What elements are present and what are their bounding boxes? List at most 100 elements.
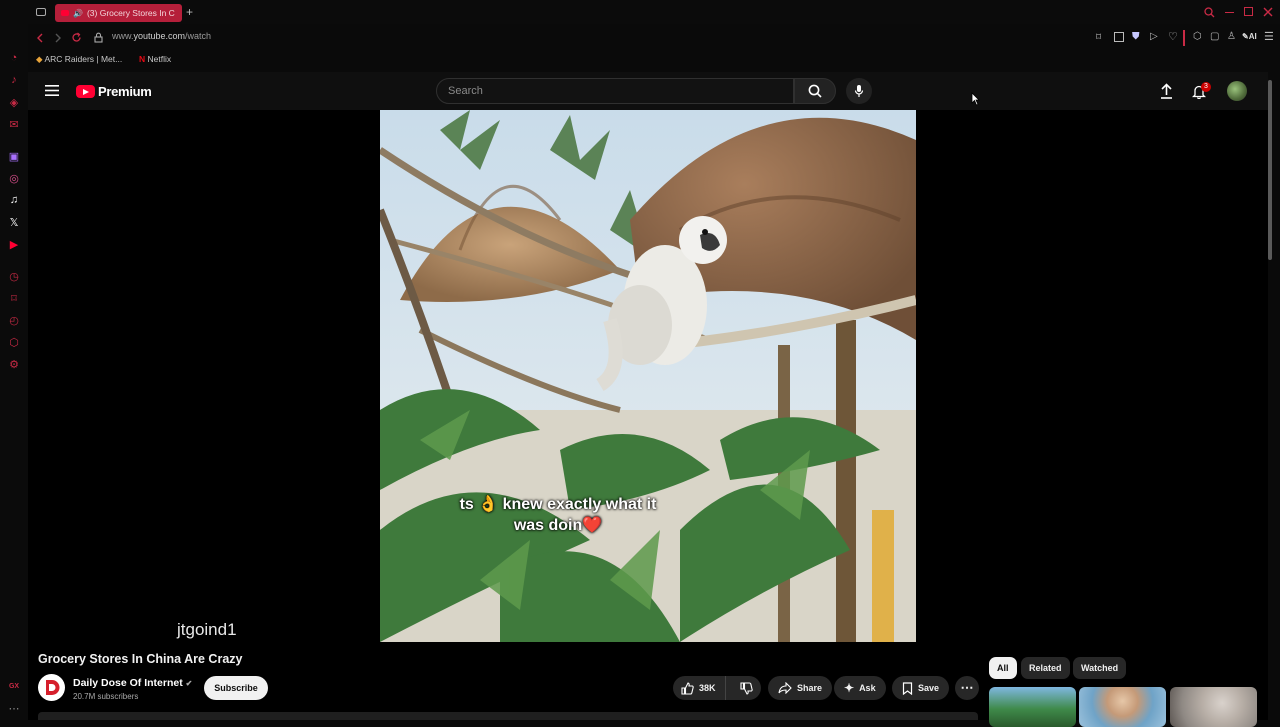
search-tabs-icon[interactable] bbox=[1204, 7, 1215, 18]
page-scrollbar[interactable] bbox=[1268, 80, 1272, 260]
speaker-icon[interactable]: 🔊 bbox=[73, 9, 83, 18]
subscriber-count: 20.7M subscribers bbox=[73, 692, 139, 701]
description-bar[interactable] bbox=[38, 712, 978, 720]
search-input[interactable]: Search bbox=[436, 78, 794, 104]
ask-button[interactable]: ✦ Ask bbox=[834, 676, 886, 700]
youtube-play-logo-icon bbox=[76, 85, 95, 98]
url-field[interactable]: www.youtube.com/watch bbox=[112, 31, 211, 41]
url-prefix: www. bbox=[112, 31, 134, 41]
reload-icon[interactable] bbox=[71, 32, 82, 43]
extensions-icon[interactable]: ⬡ bbox=[6, 334, 22, 350]
recommended-thumbnail[interactable] bbox=[989, 687, 1076, 727]
search-icon bbox=[808, 84, 822, 98]
channel-name-text: Daily Dose Of Internet bbox=[73, 677, 183, 689]
video-caption: ts 👌 knew exactly what it was doin❤️ bbox=[380, 494, 736, 536]
more-sidebar-icon[interactable]: ⋯ bbox=[6, 700, 22, 716]
search-button[interactable] bbox=[794, 78, 836, 104]
save-label: Save bbox=[918, 683, 940, 693]
history-icon[interactable]: ◷ bbox=[6, 268, 22, 284]
youtube-page: Premium Search 3 ts 👌 knew exactly what … bbox=[28, 72, 1272, 727]
recommended-thumbnail[interactable] bbox=[1079, 687, 1166, 727]
youtube-masthead: Premium Search 3 bbox=[28, 72, 1268, 110]
bookmark-arc-raiders[interactable]: ◆ ARC Raiders | Met... bbox=[36, 54, 122, 65]
share-label: Share bbox=[797, 683, 823, 693]
heart-icon[interactable]: ♡ bbox=[1168, 30, 1178, 43]
settings-gear-icon[interactable]: ⚙ bbox=[6, 356, 22, 372]
address-bar: www.youtube.com/watch ⌑ ⛊ ▷ ♡ ⬡ ▢ ♙ ✎AI … bbox=[28, 28, 1280, 48]
bookmarks-icon[interactable]: ⌑ bbox=[6, 290, 22, 306]
gx-logo-icon[interactable]: GX bbox=[6, 678, 22, 694]
bookmark-label: ARC Raiders | Met... bbox=[44, 54, 123, 64]
thumbs-up-icon bbox=[681, 681, 694, 695]
video-title: Grocery Stores In China Are Crazy bbox=[38, 652, 243, 666]
clock-icon[interactable]: ◴ bbox=[6, 312, 22, 328]
notification-badge: 3 bbox=[1201, 82, 1211, 92]
gmail-icon[interactable]: ✉ bbox=[6, 116, 22, 132]
aria-icon[interactable]: ◈ bbox=[6, 94, 22, 110]
like-count: 38K bbox=[699, 683, 716, 693]
snapshot-icon[interactable]: ▢ bbox=[1210, 31, 1219, 42]
like-dislike-group: 38K bbox=[673, 676, 761, 700]
player-icon[interactable]: ♪ bbox=[6, 72, 22, 88]
save-bookmark-icon bbox=[902, 681, 913, 695]
sparkle-icon: ✦ bbox=[844, 681, 855, 695]
tab-title: (3) Grocery Stores In C bbox=[86, 8, 175, 18]
back-icon[interactable] bbox=[36, 33, 44, 43]
upload-icon[interactable] bbox=[1160, 83, 1173, 99]
youtube-sidebar-icon[interactable]: ▶ bbox=[6, 236, 22, 252]
shield-icon[interactable]: ⛊ bbox=[1132, 31, 1140, 42]
thumbs-down-icon bbox=[739, 681, 753, 695]
bookmark-netflix[interactable]: N Netflix bbox=[139, 54, 171, 64]
instagram-icon[interactable]: ◎ bbox=[6, 170, 22, 186]
channel-avatar[interactable] bbox=[38, 674, 65, 701]
tab-youtube[interactable]: 🔊 (3) Grocery Stores In C bbox=[55, 4, 182, 22]
voice-search-button[interactable] bbox=[846, 78, 872, 104]
more-horizontal-icon: ⋯ bbox=[960, 680, 974, 695]
youtube-logo[interactable]: Premium bbox=[76, 84, 152, 99]
verified-check-icon: ✔ bbox=[185, 679, 193, 688]
more-actions-button[interactable]: ⋯ bbox=[955, 676, 979, 700]
channel-name[interactable]: Daily Dose Of Internet ✔ bbox=[73, 677, 192, 689]
like-button[interactable]: 38K bbox=[673, 676, 727, 700]
hamburger-menu-icon[interactable] bbox=[45, 85, 59, 96]
ai-button[interactable]: ✎AI bbox=[1242, 32, 1257, 41]
minimize-button[interactable] bbox=[1225, 12, 1234, 14]
chip-related[interactable]: Related bbox=[1021, 657, 1070, 679]
caption-line-1: ts 👌 knew exactly what it bbox=[459, 496, 657, 513]
chip-watched[interactable]: Watched bbox=[1073, 657, 1127, 679]
video-player[interactable]: ts 👌 knew exactly what it was doin❤️ bbox=[380, 110, 916, 642]
browser-tab-strip: 🔊 (3) Grocery Stores In C + bbox=[0, 0, 1280, 24]
screenshot-icon[interactable] bbox=[1114, 32, 1124, 42]
close-window-button[interactable] bbox=[1263, 7, 1273, 17]
bookmark-page-icon[interactable]: ⌑ bbox=[1096, 32, 1101, 43]
play-icon[interactable]: ▷ bbox=[1150, 31, 1158, 42]
easy-setup-icon[interactable]: ☰ bbox=[1264, 30, 1274, 43]
lock-icon bbox=[94, 32, 103, 43]
share-button[interactable]: Share bbox=[768, 676, 833, 700]
divider bbox=[1183, 30, 1185, 46]
maximize-button[interactable] bbox=[1244, 7, 1253, 16]
microphone-icon bbox=[854, 85, 864, 97]
tiktok-icon[interactable]: ♫ bbox=[6, 192, 22, 208]
twitch-icon[interactable]: ▣ bbox=[6, 148, 22, 164]
dislike-button[interactable] bbox=[731, 676, 761, 700]
speed-dial-icon[interactable]: ◔ bbox=[6, 50, 22, 66]
youtube-favicon-icon bbox=[61, 10, 69, 16]
profile-icon[interactable]: ♙ bbox=[1227, 31, 1236, 42]
caption-line-2: was doin❤️ bbox=[513, 517, 603, 534]
new-tab-button[interactable]: + bbox=[186, 5, 193, 19]
chip-all[interactable]: All bbox=[989, 657, 1017, 679]
recommended-thumbnail[interactable] bbox=[1170, 687, 1257, 727]
subscribe-button[interactable]: Subscribe bbox=[204, 676, 268, 700]
forward-icon[interactable] bbox=[54, 33, 62, 43]
brand-label: Premium bbox=[98, 84, 152, 99]
extensions-puzzle-icon[interactable]: ⬡ bbox=[1193, 31, 1202, 42]
workspaces-icon[interactable] bbox=[36, 8, 46, 16]
mouse-cursor-icon bbox=[971, 92, 980, 106]
avatar[interactable] bbox=[1227, 81, 1247, 101]
save-button[interactable]: Save bbox=[892, 676, 950, 700]
ask-label: Ask bbox=[859, 683, 876, 693]
netflix-favicon-icon: N bbox=[139, 54, 146, 64]
ai-label: AI bbox=[1248, 32, 1257, 41]
x-twitter-icon[interactable]: 𝕏 bbox=[6, 214, 22, 230]
